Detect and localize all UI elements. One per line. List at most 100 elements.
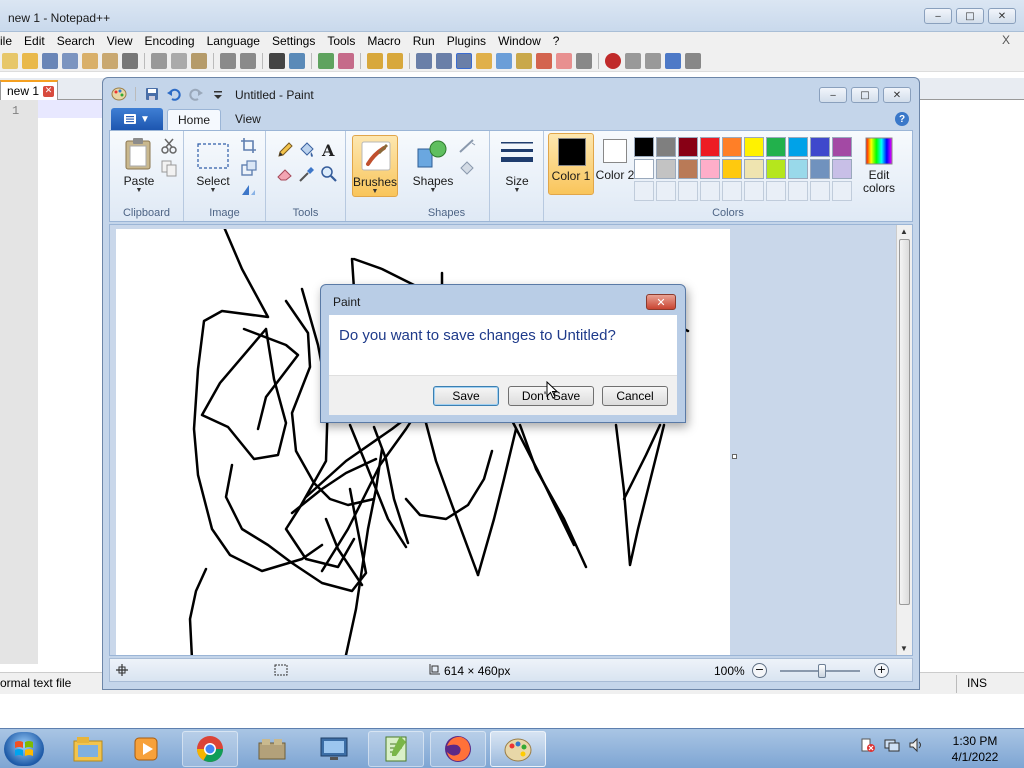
palette-swatch[interactable] bbox=[722, 137, 742, 157]
menu-item[interactable]: Edit bbox=[18, 34, 51, 48]
palette-swatch[interactable] bbox=[810, 137, 830, 157]
dialog-close-button[interactable]: ✕ bbox=[646, 294, 676, 310]
stop-macro-icon[interactable] bbox=[625, 52, 641, 69]
size-button[interactable]: Size ▼ bbox=[494, 135, 540, 197]
menu-item[interactable]: Plugins bbox=[441, 34, 492, 48]
resize-icon[interactable] bbox=[240, 159, 258, 177]
copy-icon[interactable] bbox=[160, 159, 178, 177]
indent-guide-icon[interactable] bbox=[456, 52, 472, 69]
scroll-up-icon[interactable]: ▲ bbox=[900, 227, 908, 236]
text-icon[interactable]: A bbox=[320, 141, 338, 159]
cancel-button[interactable]: Cancel bbox=[602, 386, 668, 406]
zoom-in-icon[interactable] bbox=[318, 52, 334, 69]
palette-swatch[interactable] bbox=[634, 159, 654, 179]
function-list-icon[interactable] bbox=[516, 52, 532, 69]
palette-swatch[interactable] bbox=[656, 159, 676, 179]
menu-item[interactable]: Search bbox=[51, 34, 101, 48]
magnifier-icon[interactable] bbox=[320, 165, 338, 183]
menu-item[interactable]: View bbox=[101, 34, 139, 48]
palette-swatch[interactable] bbox=[700, 137, 720, 157]
vertical-scrollbar[interactable]: ▲ ▼ bbox=[896, 225, 912, 655]
taskbar-remote-desktop[interactable] bbox=[306, 731, 362, 767]
customize-qat-icon[interactable] bbox=[210, 86, 226, 102]
palette-swatch[interactable] bbox=[678, 159, 698, 179]
taskbar-explorer[interactable] bbox=[60, 731, 116, 767]
custom-color-slot[interactable] bbox=[656, 181, 676, 201]
palette-swatch[interactable] bbox=[788, 137, 808, 157]
taskbar-paint[interactable] bbox=[490, 731, 546, 767]
sync-horizontal-icon[interactable] bbox=[387, 52, 403, 69]
custom-color-slot[interactable] bbox=[766, 181, 786, 201]
menu-item[interactable]: ? bbox=[547, 34, 566, 48]
crop-icon[interactable] bbox=[240, 137, 258, 155]
paste-button[interactable]: Paste ▼ bbox=[116, 135, 162, 197]
palette-swatch[interactable] bbox=[766, 137, 786, 157]
menu-item[interactable]: Run bbox=[407, 34, 441, 48]
fill-style-icon[interactable] bbox=[458, 159, 476, 177]
pencil-icon[interactable] bbox=[276, 141, 294, 159]
tab-new-1[interactable]: new 1 ✕ bbox=[0, 80, 58, 100]
close-document-button[interactable]: X bbox=[1002, 33, 1010, 47]
start-button[interactable] bbox=[4, 732, 44, 766]
color1-button[interactable]: Color 1 bbox=[548, 133, 594, 195]
shapes-button[interactable]: Shapes ▼ bbox=[410, 135, 456, 197]
palette-swatch[interactable] bbox=[656, 137, 676, 157]
taskbar-notepad-plus-plus[interactable] bbox=[368, 731, 424, 767]
network-status-icon[interactable] bbox=[884, 737, 900, 753]
custom-color-slot[interactable] bbox=[634, 181, 654, 201]
close-all-icon[interactable] bbox=[102, 52, 118, 69]
palette-swatch[interactable] bbox=[832, 137, 852, 157]
print-icon[interactable] bbox=[122, 52, 138, 69]
palette-swatch[interactable] bbox=[700, 159, 720, 179]
find-icon[interactable] bbox=[269, 52, 285, 69]
redo-icon[interactable] bbox=[188, 86, 204, 102]
maximize-button[interactable]: □ bbox=[956, 8, 984, 24]
color2-button[interactable]: Color 2 bbox=[592, 133, 638, 195]
open-file-icon[interactable] bbox=[22, 52, 38, 69]
system-clock[interactable]: 1:30 PM 4/1/2022 bbox=[940, 733, 1010, 765]
doc-map-icon[interactable] bbox=[496, 52, 512, 69]
menu-item[interactable]: Settings bbox=[266, 34, 321, 48]
close-tab-icon[interactable]: ✕ bbox=[43, 85, 55, 97]
menu-item[interactable]: Encoding bbox=[139, 34, 201, 48]
minimize-button[interactable]: ‒ bbox=[924, 8, 952, 24]
rotate-icon[interactable] bbox=[240, 181, 258, 199]
palette-swatch[interactable] bbox=[766, 159, 786, 179]
help-icon[interactable]: ? bbox=[895, 112, 909, 126]
taskbar-network[interactable] bbox=[244, 731, 300, 767]
close-file-icon[interactable] bbox=[82, 52, 98, 69]
palette-swatch[interactable] bbox=[722, 159, 742, 179]
sync-vertical-icon[interactable] bbox=[367, 52, 383, 69]
folder-workspace-icon[interactable] bbox=[536, 52, 552, 69]
new-file-icon[interactable] bbox=[2, 52, 18, 69]
zoom-out-button[interactable]: − bbox=[752, 663, 767, 678]
save-icon[interactable] bbox=[144, 86, 160, 102]
color-picker-icon[interactable] bbox=[298, 165, 316, 183]
undo-icon[interactable] bbox=[220, 52, 236, 69]
custom-color-slot[interactable] bbox=[788, 181, 808, 201]
language-icon[interactable] bbox=[476, 52, 492, 69]
custom-color-slot[interactable] bbox=[722, 181, 742, 201]
save-all-icon[interactable] bbox=[62, 52, 78, 69]
close-button[interactable]: ✕ bbox=[988, 8, 1016, 24]
paste-icon[interactable] bbox=[191, 52, 207, 69]
cut-icon[interactable] bbox=[151, 52, 167, 69]
edit-colors-button[interactable]: Edit colors bbox=[854, 133, 904, 195]
copy-icon[interactable] bbox=[171, 52, 187, 69]
minimize-button[interactable]: ‒ bbox=[819, 87, 847, 103]
palette-swatch[interactable] bbox=[744, 159, 764, 179]
custom-color-slot[interactable] bbox=[744, 181, 764, 201]
select-button[interactable]: Select ▼ bbox=[190, 135, 236, 197]
monitoring-icon[interactable] bbox=[556, 52, 572, 69]
palette-swatch[interactable] bbox=[810, 159, 830, 179]
eraser-icon[interactable] bbox=[276, 165, 294, 183]
menu-item[interactable]: ile bbox=[0, 34, 18, 48]
menu-item[interactable]: Macro bbox=[361, 34, 406, 48]
replace-icon[interactable] bbox=[289, 52, 305, 69]
taskbar-firefox[interactable] bbox=[430, 731, 486, 767]
paint-menu-button[interactable]: ▼ bbox=[111, 108, 163, 130]
run-macro-multiple-icon[interactable] bbox=[665, 52, 681, 69]
custom-color-slot[interactable] bbox=[700, 181, 720, 201]
close-button[interactable]: ✕ bbox=[883, 87, 911, 103]
scroll-thumb[interactable] bbox=[899, 239, 910, 605]
